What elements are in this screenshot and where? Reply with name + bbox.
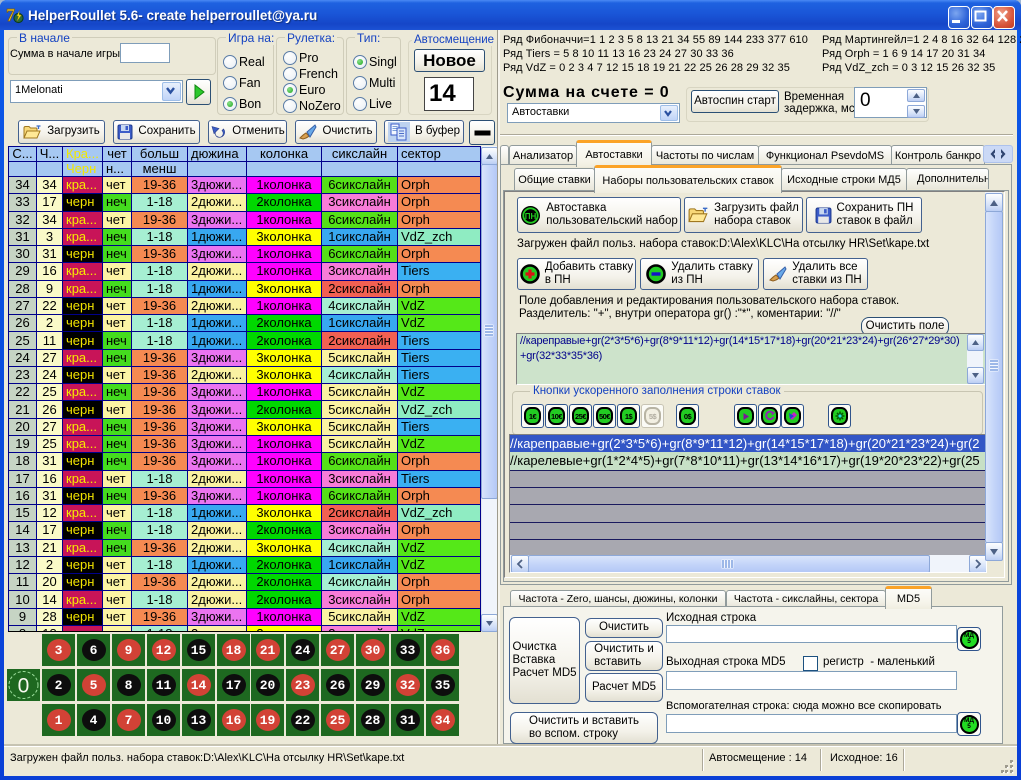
svg-text:0: 0	[18, 675, 30, 698]
svg-text:7: 7	[6, 5, 15, 25]
svg-text:ПН: ПН	[525, 212, 537, 221]
